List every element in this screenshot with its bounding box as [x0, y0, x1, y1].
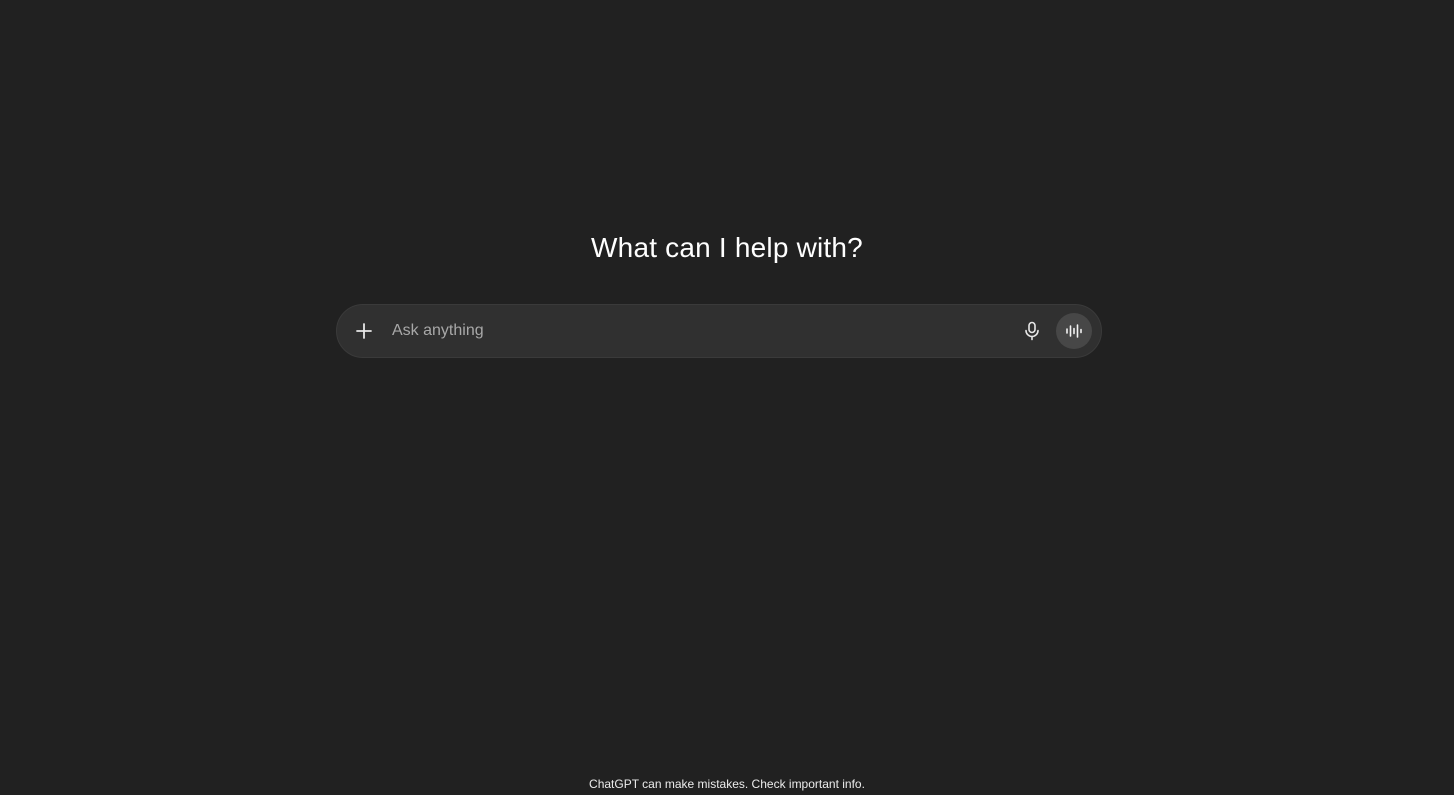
attach-button[interactable] [350, 317, 378, 345]
voice-waveform-icon [1066, 324, 1082, 338]
voice-mode-button[interactable] [1056, 313, 1092, 349]
dictate-button[interactable] [1017, 316, 1047, 346]
footer-disclaimer: ChatGPT can make mistakes. Check importa… [589, 777, 865, 791]
chat-home-page: What can I help with? ChatGPT can make m… [0, 0, 1454, 795]
plus-icon [356, 323, 372, 339]
prompt-input[interactable] [390, 304, 1017, 358]
page-title: What can I help with? [591, 232, 863, 263]
prompt-composer [336, 304, 1102, 358]
microphone-icon [1025, 321, 1039, 341]
